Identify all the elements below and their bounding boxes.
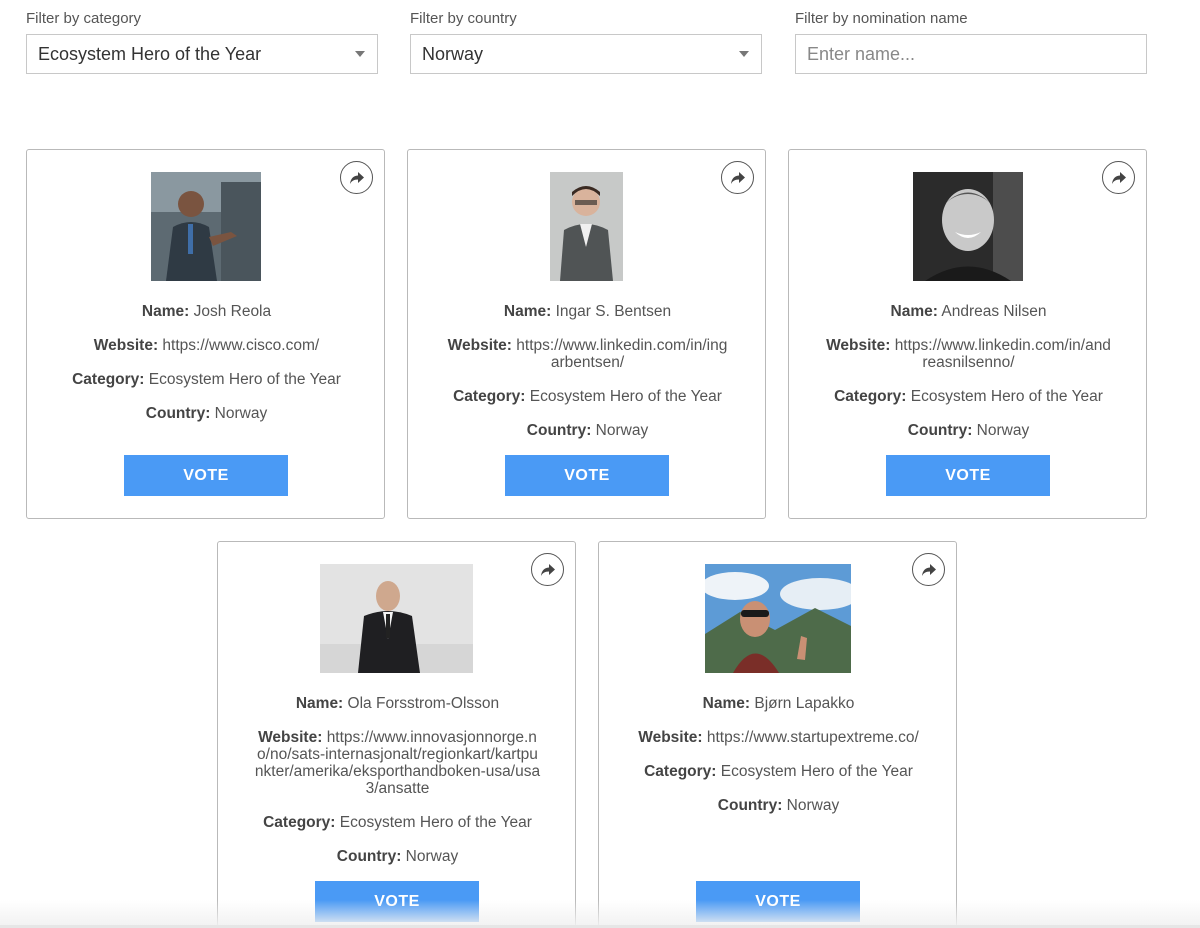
name-label: Name: (141, 303, 190, 320)
share-button[interactable] (1102, 161, 1135, 194)
nominee-photo (320, 564, 473, 673)
name-label: Name: (295, 695, 344, 712)
name-label: Name: (503, 303, 552, 320)
category-label: Category: (263, 814, 336, 831)
nominee-name: Josh Reola (193, 303, 272, 320)
vote-button[interactable]: VOTE (505, 455, 669, 496)
name-filter: Filter by nomination name Enter name... (795, 10, 1147, 74)
nominee-website-row: Website: https://www.innovasjonnorge.no/… (254, 729, 541, 797)
nominee-category-row: Category: Ecosystem Hero of the Year (63, 371, 350, 388)
nominee-country-row: Country: Norway (635, 797, 922, 814)
nominee-card: Name: Ola Forsstrom-Olsson Website: http… (217, 541, 576, 928)
vote-button[interactable]: VOTE (124, 455, 288, 496)
chevron-down-icon (355, 51, 365, 57)
nominee-card: Name: Ingar S. Bentsen Website: https://… (407, 149, 766, 519)
nominee-name: Ingar S. Bentsen (555, 303, 672, 320)
country-label: Country: (526, 422, 592, 439)
nominee-card: Name: Andreas Nilsen Website: https://ww… (788, 149, 1147, 519)
nominee-country-row: Country: Norway (825, 422, 1112, 439)
share-button[interactable] (531, 553, 564, 586)
nominee-country: Norway (405, 848, 459, 865)
share-arrow-icon (731, 172, 745, 184)
nominee-category: Ecosystem Hero of the Year (910, 388, 1103, 405)
category-label: Category: (453, 388, 526, 405)
category-filter: Filter by category Ecosystem Hero of the… (26, 10, 378, 74)
nominee-country: Norway (595, 422, 649, 439)
website-label: Website: (258, 729, 323, 746)
nominee-website: https://www.linkedin.com/in/andreasnilse… (894, 337, 1111, 371)
nominee-country: Norway (214, 405, 268, 422)
share-button[interactable] (340, 161, 373, 194)
nominee-photo (913, 172, 1023, 281)
website-label: Website: (93, 337, 159, 354)
nominee-category-row: Category: Ecosystem Hero of the Year (825, 388, 1112, 405)
vote-button[interactable]: VOTE (886, 455, 1050, 496)
country-label: Country: (907, 422, 973, 439)
name-search-input[interactable]: Enter name... (795, 34, 1147, 74)
nominee-name-row: Name: Andreas Nilsen (825, 303, 1112, 320)
name-search-placeholder: Enter name... (807, 44, 916, 64)
nominee-country: Norway (976, 422, 1030, 439)
nominee-category-row: Category: Ecosystem Hero of the Year (444, 388, 731, 405)
country-select[interactable]: Norway (410, 34, 762, 74)
nominee-category: Ecosystem Hero of the Year (529, 388, 722, 405)
nominee-country-row: Country: Norway (444, 422, 731, 439)
nominee-website: https://www.startupextreme.co/ (706, 729, 919, 746)
nominee-category: Ecosystem Hero of the Year (339, 814, 532, 831)
share-button[interactable] (912, 553, 945, 586)
website-label: Website: (826, 337, 891, 354)
nominee-name-row: Name: Bjørn Lapakko (635, 695, 922, 712)
nominee-country-row: Country: Norway (63, 405, 350, 422)
nominee-name: Ola Forsstrom-Olsson (347, 695, 500, 712)
nominee-category-row: Category: Ecosystem Hero of the Year (635, 763, 922, 780)
nominee-country: Norway (786, 797, 840, 814)
name-label: Name: (890, 303, 938, 320)
share-arrow-icon (922, 564, 936, 576)
nominee-name-row: Name: Ola Forsstrom-Olsson (254, 695, 541, 712)
nominee-category-row: Category: Ecosystem Hero of the Year (254, 814, 541, 831)
category-select[interactable]: Ecosystem Hero of the Year (26, 34, 378, 74)
category-select-value: Ecosystem Hero of the Year (38, 44, 262, 64)
nominee-name-row: Name: Ingar S. Bentsen (444, 303, 731, 320)
name-label: Name: (702, 695, 751, 712)
category-filter-label: Filter by category (26, 10, 142, 27)
country-label: Country: (717, 797, 783, 814)
website-label: Website: (638, 729, 703, 746)
country-filter: Filter by country Norway (410, 10, 762, 74)
nominee-name: Andreas Nilsen (941, 303, 1047, 320)
nominee-photo (550, 172, 623, 281)
country-filter-label: Filter by country (410, 10, 517, 27)
share-arrow-icon (1112, 172, 1126, 184)
bottom-fade (0, 900, 1200, 928)
nominee-card: Name: Josh Reola Website: https://www.ci… (26, 149, 385, 519)
nominee-country-row: Country: Norway (254, 848, 541, 865)
nominee-website: https://www.linkedin.com/in/ingarbentsen… (516, 337, 728, 371)
chevron-down-icon (739, 51, 749, 57)
nominee-category: Ecosystem Hero of the Year (148, 371, 341, 388)
website-label: Website: (447, 337, 512, 354)
nominee-website-row: Website: https://www.startupextreme.co/ (635, 729, 922, 746)
nominee-website-row: Website: https://www.cisco.com/ (63, 337, 350, 354)
country-select-value: Norway (422, 44, 484, 64)
nominee-name-row: Name: Josh Reola (63, 303, 350, 320)
country-label: Country: (336, 848, 402, 865)
category-label: Category: (834, 388, 907, 405)
nominee-website-row: Website: https://www.linkedin.com/in/ing… (444, 337, 731, 371)
name-filter-label: Filter by nomination name (795, 10, 968, 27)
country-label: Country: (145, 405, 211, 422)
nominee-card: Name: Bjørn Lapakko Website: https://www… (598, 541, 957, 928)
filter-bar: Filter by category Ecosystem Hero of the… (0, 0, 1200, 80)
share-arrow-icon (541, 564, 555, 576)
nominee-website: https://www.cisco.com/ (162, 337, 320, 354)
category-label: Category: (644, 763, 717, 780)
share-arrow-icon (350, 172, 364, 184)
nominee-photo (705, 564, 851, 673)
category-label: Category: (72, 371, 145, 388)
nominee-name: Bjørn Lapakko (754, 695, 855, 712)
nominee-photo (151, 172, 261, 281)
nominee-website-row: Website: https://www.linkedin.com/in/and… (825, 337, 1112, 371)
share-button[interactable] (721, 161, 754, 194)
nominee-category: Ecosystem Hero of the Year (720, 763, 913, 780)
